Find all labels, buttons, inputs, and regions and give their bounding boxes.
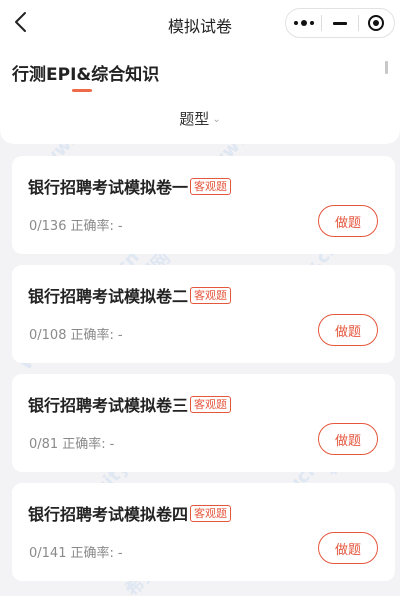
- progress-count: 0/141: [29, 546, 67, 561]
- tab-scroll-indicator: [385, 61, 388, 74]
- paper-stats: 0/136 正确率: -: [29, 215, 127, 234]
- paper-stats: 0/141 正确率: -: [29, 542, 127, 561]
- paper-title: 银行招聘考试模拟卷二: [28, 287, 189, 306]
- paper-title-row: 银行招聘考试模拟卷二 客观题: [28, 283, 232, 307]
- progress-count: 0/81: [29, 437, 59, 452]
- paper-card[interactable]: 银行招聘考试模拟卷四 客观题 0/141 正确率: - 做题: [12, 483, 395, 581]
- progress-count: 0/136: [29, 219, 67, 234]
- minimize-button[interactable]: [322, 9, 357, 37]
- accuracy-value: -: [117, 546, 123, 561]
- accuracy-label: 正确率:: [70, 546, 114, 561]
- question-type-badge: 客观题: [190, 177, 232, 195]
- paper-title-row: 银行招聘考试模拟卷四 客观题: [28, 501, 232, 525]
- accuracy-value: -: [109, 437, 115, 452]
- paper-card[interactable]: 银行招聘考试模拟卷二 客观题 0/108 正确率: - 做题: [12, 265, 395, 363]
- accuracy-value: -: [117, 328, 123, 343]
- paper-card[interactable]: 银行招聘考试模拟卷三 客观题 0/81 正确率: - 做题: [12, 374, 395, 472]
- target-icon: [368, 15, 385, 31]
- paper-stats: 0/81 正确率: -: [29, 433, 118, 452]
- minus-icon: [332, 21, 347, 25]
- question-type-filter[interactable]: 题型 ⌄: [0, 108, 400, 129]
- paper-title-row: 银行招聘考试模拟卷一 客观题: [28, 174, 232, 198]
- start-practice-button[interactable]: 做题: [318, 314, 378, 346]
- question-type-badge: 客观题: [190, 395, 232, 413]
- miniprogram-capsule: [285, 8, 395, 38]
- subject-tabs-panel: 行测EPI&综合知识 题型 ⌄: [0, 46, 400, 144]
- close-button[interactable]: [359, 9, 394, 37]
- accuracy-label: 正确率:: [70, 328, 114, 343]
- more-dots-icon: [293, 20, 314, 26]
- paper-title: 银行招聘考试模拟卷四: [28, 505, 189, 524]
- question-type-badge: 客观题: [190, 504, 232, 522]
- chevron-down-icon: ⌄: [212, 114, 221, 125]
- tab-subject-active[interactable]: 行测EPI&综合知识: [12, 60, 159, 85]
- filter-label: 题型: [179, 110, 210, 128]
- start-practice-button[interactable]: 做题: [318, 423, 378, 455]
- paper-stats: 0/108 正确率: -: [29, 324, 127, 343]
- accuracy-label: 正确率:: [62, 437, 106, 452]
- accuracy-value: -: [117, 219, 123, 234]
- paper-title-row: 银行招聘考试模拟卷三 客观题: [28, 392, 232, 416]
- progress-count: 0/108: [29, 328, 67, 343]
- paper-title: 银行招聘考试模拟卷三: [28, 396, 189, 415]
- more-button[interactable]: [286, 9, 321, 37]
- start-practice-button[interactable]: 做题: [318, 532, 378, 564]
- navigation-bar: 模拟试卷: [0, 0, 400, 46]
- question-type-badge: 客观题: [190, 286, 232, 304]
- accuracy-label: 正确率:: [70, 219, 114, 234]
- tab-active-indicator: [72, 89, 92, 92]
- start-practice-button[interactable]: 做题: [318, 205, 378, 237]
- paper-title: 银行招聘考试模拟卷一: [28, 178, 189, 197]
- paper-card[interactable]: 银行招聘考试模拟卷一 客观题 0/136 正确率: - 做题: [12, 156, 395, 254]
